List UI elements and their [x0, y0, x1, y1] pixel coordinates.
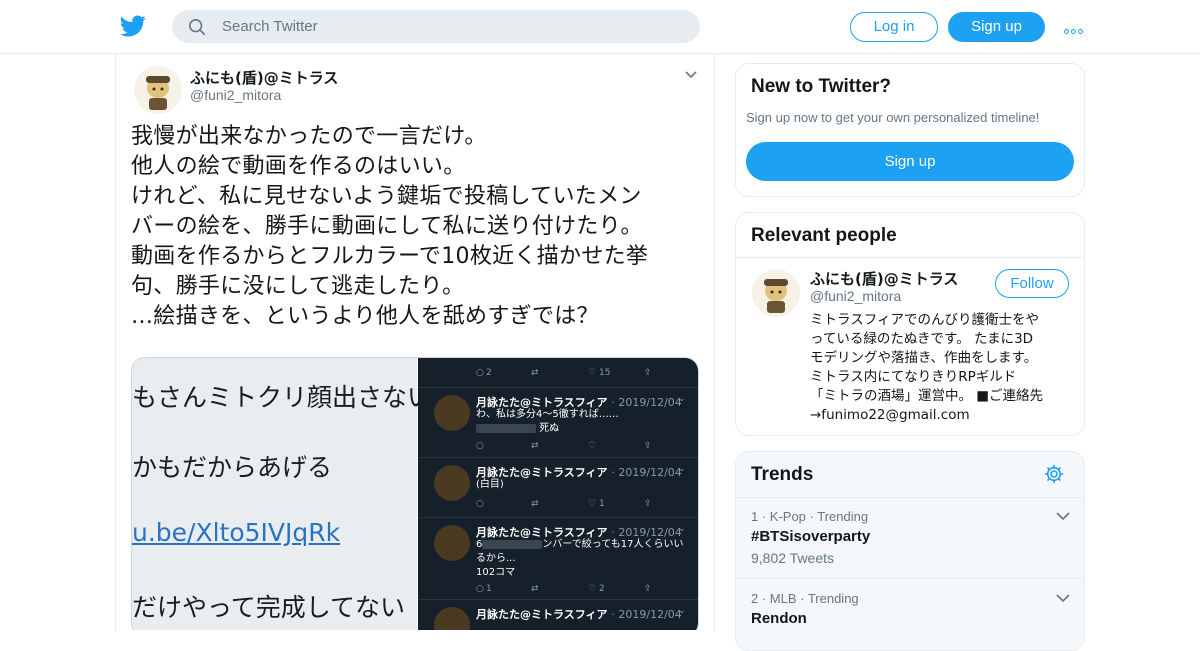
more-options-icon[interactable]	[1064, 19, 1086, 34]
tweet-line: …絵描きを、というより他人を舐めすぎでは？	[131, 304, 599, 329]
trend-meta: 2 · MLB · Trending	[751, 591, 859, 606]
search-icon	[188, 18, 206, 36]
top-navigation-bar: Log in Sign up	[0, 0, 1200, 54]
list-item: ○ 2 ⇄ ♡ 15 ⇪	[418, 358, 698, 388]
media-text: もさんミトクリ顔出さない	[132, 383, 433, 412]
signup-button[interactable]: Sign up	[948, 12, 1045, 42]
tweet-media[interactable]: もさんミトクリ顔出さない かもだからあげる u.be/Xlto5IVJqRk だ…	[131, 357, 699, 630]
tweet-body: (白目)	[476, 479, 504, 490]
search-input[interactable]	[222, 10, 682, 43]
card-title: Trends	[751, 464, 814, 485]
chevron-down-icon[interactable]	[1056, 512, 1070, 521]
divider	[736, 497, 1084, 498]
follow-button[interactable]: Follow	[995, 269, 1069, 298]
media-text: だけやって完成してない	[132, 593, 406, 622]
tweet-actions: ○ 2 ⇄ ♡ 15 ⇪	[476, 368, 666, 380]
tweet-body: わ、私は多分4〜5徹すれば……	[476, 409, 619, 420]
list-item: 月詠たた@ミトラスフィア · 2019/12/04 ⌄ (白目) ○ ⇄ ♡ 1 ⇪	[418, 458, 698, 518]
tweet-actions: ○ 1 ⇄ ♡ 2 ⇪	[476, 584, 652, 594]
chevron-down-icon: ⌄	[678, 524, 686, 534]
author-handle[interactable]: @funi2_mitora	[190, 87, 281, 103]
bio-line: ミトラスフィアでのんびり護衛士をや	[810, 312, 1039, 328]
avatar-illustration	[752, 269, 800, 317]
trends-card: Trends 1 · K-Pop · Trending #BTSisoverpa…	[735, 451, 1085, 651]
bio-line: っている緑のたぬきです。 たまに3D	[810, 331, 1034, 347]
user-name[interactable]: ふにも(盾)@ミトラス	[810, 268, 958, 289]
relevant-people-card: Relevant people ふにも(盾)@ミトラス @funi2_mitor…	[735, 212, 1085, 436]
chevron-down-icon: ⌄	[678, 606, 686, 616]
login-button[interactable]: Log in	[850, 12, 938, 42]
reply-icon: ○	[476, 368, 484, 378]
tweet-actions: ○ ⇄ ♡ ⇪	[476, 441, 652, 451]
tweet-line: 我慢が出来なかったので一言だけ。	[131, 124, 487, 149]
list-item: 月詠たた@ミトラスフィア · 2019/12/04 ⌄ 6 ンバーで絞っても17人…	[418, 518, 698, 600]
avatar	[434, 465, 470, 501]
bio-line: モデリングや落描き、作曲をします。	[810, 350, 1038, 366]
bio-line: 「ミトラの酒場」運営中。 ■ご連絡先	[810, 388, 1044, 404]
tweet-line: 句、勝手に没にして逃走したり。	[131, 274, 465, 299]
author-name: 月詠たた@ミトラスフィア · 2019/12/04	[476, 608, 682, 621]
media-text: かもだからあげる	[132, 453, 333, 482]
avatar[interactable]	[752, 269, 800, 317]
like-count: 15	[599, 368, 611, 378]
chevron-down-icon[interactable]	[1056, 594, 1070, 603]
tweet-line: 動画を作るからとフルカラーで10枚近く描かせた挙	[131, 244, 649, 269]
avatar-illustration	[134, 66, 182, 114]
card-title: Relevant people	[751, 225, 897, 246]
bio-line: ミトラス内にてなりきりRPギルド	[810, 369, 1017, 385]
reply-count: 2	[486, 368, 492, 378]
retweet-icon: ⇄	[531, 368, 539, 378]
card-title: New to Twitter?	[751, 76, 892, 97]
like-icon: ♡	[588, 368, 597, 378]
chevron-down-icon[interactable]	[684, 70, 698, 80]
tweet-line: バーの絵を、勝手に動画にして私に送り付けたり。	[131, 214, 643, 239]
avatar[interactable]	[134, 66, 182, 114]
avatar	[434, 395, 470, 431]
divider	[736, 257, 1084, 258]
media-image-left[interactable]: もさんミトクリ顔出さない かもだからあげる u.be/Xlto5IVJqRk だ…	[132, 358, 432, 630]
user-bio: ミトラスフィアでのんびり護衛士をや っている緑のたぬきです。 たまに3D モデリ…	[810, 311, 1072, 425]
trend-name: Rendon	[751, 610, 807, 627]
tweet-column: ふにも(盾)@ミトラス @funi2_mitora 我慢が出来なかったので一言だ…	[115, 54, 715, 630]
tweet-line: 他人の絵で動画を作るのはいい。	[131, 154, 466, 179]
chevron-down-icon: ⌄	[678, 394, 686, 404]
twitter-bird-icon[interactable]	[120, 13, 146, 39]
list-item: 月詠たた@ミトラスフィア · 2019/12/04 ⌄ わ、私は多分4〜5徹すれ…	[418, 388, 698, 458]
tweet-line: けれど、私に見せないよう鍵垢で投稿していたメン	[131, 184, 642, 209]
author-name: 月詠たた@ミトラスフィア · 2019/12/04	[476, 466, 682, 479]
media-image-right[interactable]: ○ 2 ⇄ ♡ 15 ⇪ 月詠たた@ミトラスフィア · 2019/12/04 ⌄…	[418, 358, 698, 630]
list-item: 月詠たた@ミトラスフィア · 2019/12/04 ⌄	[418, 600, 698, 630]
search-box[interactable]	[172, 10, 700, 43]
trend-count: 9,802 Tweets	[751, 550, 835, 566]
avatar	[434, 525, 470, 561]
new-to-twitter-card: New to Twitter? Sign up now to get your …	[735, 63, 1085, 197]
trend-name: #BTSisoverparty	[751, 528, 871, 545]
gear-icon[interactable]	[1044, 464, 1064, 484]
tweet-actions: ○ ⇄ ♡ 1 ⇪	[476, 499, 652, 509]
divider	[736, 578, 1084, 579]
card-subtitle: Sign up now to get your own personalized…	[746, 110, 1040, 125]
user-handle[interactable]: @funi2_mitora	[810, 288, 901, 304]
tweet-body: 6 ンバーで絞っても17人くらいい	[476, 539, 684, 550]
tweet-text: 我慢が出来なかったので一言だけ。 他人の絵で動画を作るのはいい。 けれど、私に見…	[131, 122, 701, 332]
author-name[interactable]: ふにも(盾)@ミトラス	[190, 67, 338, 88]
share-icon: ⇪	[644, 368, 652, 378]
media-link-text: u.be/Xlto5IVJqRk	[132, 518, 341, 547]
avatar	[434, 607, 470, 630]
trend-meta: 1 · K-Pop · Trending	[751, 509, 869, 524]
like-count: 2	[599, 584, 605, 594]
signup-button[interactable]: Sign up	[746, 142, 1074, 181]
chevron-down-icon: ⌄	[678, 464, 686, 474]
bio-line: →funimo22@gmail.com	[810, 407, 970, 423]
tweet-body: るから...	[476, 553, 516, 564]
reply-count: 1	[486, 584, 492, 594]
tweet-body: 死ぬ	[476, 422, 559, 436]
tweet-body: 102コマ	[476, 567, 516, 578]
like-count: 1	[599, 499, 605, 509]
